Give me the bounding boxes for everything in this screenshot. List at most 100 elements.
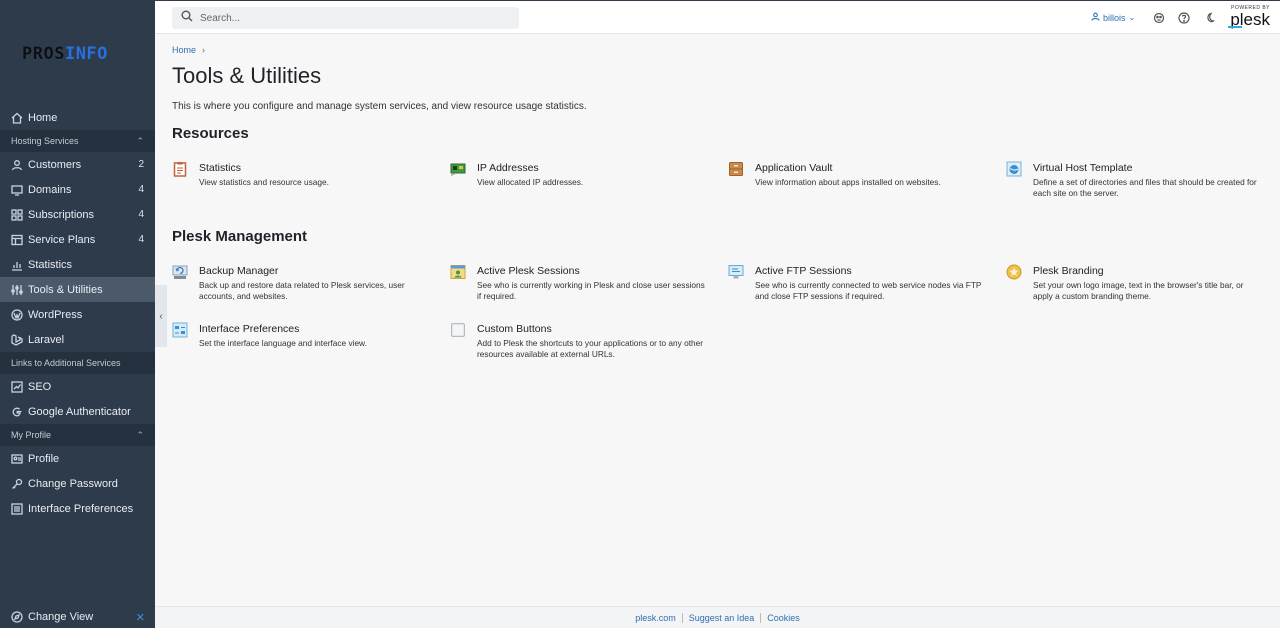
monitor-icon [11, 184, 23, 196]
change-view-button[interactable]: Change View ✕ [11, 608, 145, 626]
ftp-monitor-icon [728, 264, 744, 280]
chevron-up-icon[interactable]: ⌃ [136, 136, 144, 147]
sidebar-item-statistics[interactable]: Statistics [0, 252, 155, 277]
chevron-down-icon: ⌄ [1128, 13, 1136, 22]
smart-help-icon[interactable] [1153, 11, 1165, 24]
section-label: My Profile [11, 430, 52, 440]
sessions-window-icon [450, 264, 466, 280]
sidebar-item-label: Subscriptions [28, 208, 95, 221]
sidebar-item-label: Home [28, 111, 58, 124]
tool-description: View allocated IP addresses. [477, 177, 584, 187]
sidebar-item-service-plans[interactable]: Service Plans 4 [0, 227, 155, 252]
chevron-left-icon: ‹ [159, 310, 163, 322]
footer-link-cookies[interactable]: Cookies [761, 613, 806, 623]
tool-name: Custom Buttons [477, 323, 552, 335]
footer-link-plesk-com[interactable]: plesk.com [629, 613, 682, 623]
sidebar-item-domains[interactable]: Domains 4 [0, 177, 155, 202]
tool-description: View statistics and resource usage. [199, 177, 329, 187]
tool-name: Interface Preferences [199, 323, 300, 335]
home-icon [11, 112, 23, 124]
backup-drive-icon [172, 264, 188, 280]
change-view-label: Change View [28, 611, 94, 623]
sidebar-collapse-handle[interactable]: ‹ [155, 285, 167, 347]
sidebar-item-seo[interactable]: SEO [0, 374, 155, 399]
laravel-icon [11, 333, 23, 346]
google-icon [11, 406, 23, 418]
tool-name: IP Addresses [477, 162, 539, 174]
user-icon [1091, 12, 1103, 23]
sidebar-item-label: SEO [28, 380, 52, 393]
section-label: Links to Additional Services [11, 358, 121, 368]
section-my-profile[interactable]: My Profile ⌃ [0, 424, 155, 446]
sidebar-item-profile[interactable]: Profile [0, 446, 155, 471]
search-box[interactable] [172, 7, 519, 29]
section-links-additional-services[interactable]: Links to Additional Services [0, 352, 155, 374]
tool-name: Plesk Branding [1033, 265, 1104, 277]
logo-text-info: INFO [64, 44, 108, 64]
sidebar-item-subscriptions[interactable]: Subscriptions 4 [0, 202, 155, 227]
section-hosting-services[interactable]: Hosting Services ⌃ [0, 130, 155, 152]
sidebar-item-home[interactable]: Home [0, 105, 155, 130]
tool-name: Backup Manager [199, 265, 279, 277]
help-icon[interactable] [1178, 11, 1190, 24]
search-input[interactable] [200, 12, 500, 24]
compass-icon [11, 611, 23, 623]
plesk-logo-underline [1228, 26, 1242, 28]
sidebar-item-label: Domains [28, 183, 72, 196]
breadcrumb-home-link[interactable]: Home [172, 45, 196, 55]
key-icon [11, 478, 23, 490]
sidebar-item-customers[interactable]: Customers 2 [0, 152, 155, 177]
tool-name: Statistics [199, 162, 242, 174]
page-title: Tools & Utilities [172, 63, 322, 88]
close-icon[interactable]: ✕ [136, 611, 145, 624]
statistics-clipboard-icon [172, 161, 188, 177]
user-icon [11, 159, 23, 171]
sidebar-item-interface-preferences[interactable]: Interface Preferences [0, 496, 155, 521]
sidebar: PROSINFO Home Hosting Services ⌃ Custome… [0, 0, 155, 628]
profile-card-icon [11, 453, 23, 465]
sidebar-item-label: Service Plans [28, 233, 96, 246]
branding-star-icon [1006, 264, 1022, 280]
item-count: 4 [138, 184, 144, 195]
username: billois [1103, 12, 1126, 23]
sidebar-item-label: Interface Preferences [28, 502, 134, 515]
chevron-up-icon[interactable]: ⌃ [136, 430, 144, 441]
page-description: This is where you configure and manage s… [172, 101, 587, 112]
sidebar-item-google-authenticator[interactable]: Google Authenticator [0, 399, 155, 424]
sidebar-item-label: Google Authenticator [28, 405, 131, 418]
chart-icon [11, 259, 23, 271]
dark-mode-moon-icon[interactable] [1203, 11, 1215, 23]
plesk-logo: POWERED BY plesk [1225, 5, 1270, 28]
tool-description: Back up and restore data related to Ples… [199, 280, 405, 301]
tool-description: Set your own logo image, text in the bro… [1033, 280, 1244, 301]
topbar: billois ⌄ POWERED BY plesk [155, 0, 1280, 34]
sidebar-item-label: WordPress [28, 308, 83, 321]
item-count: 4 [138, 234, 144, 245]
tool-name: Application Vault [755, 162, 833, 174]
tools-icon [11, 284, 23, 296]
user-menu[interactable]: billois ⌄ [1091, 12, 1135, 23]
footer-link-suggest-idea[interactable]: Suggest an Idea [683, 613, 761, 623]
tool-name: Active FTP Sessions [755, 265, 852, 277]
sidebar-nav: Home Hosting Services ⌃ Customers 2 Doma… [0, 105, 155, 521]
sidebar-item-laravel[interactable]: Laravel [0, 327, 155, 352]
prosinfo-logo[interactable]: PROSINFO [22, 44, 108, 64]
grid-icon [11, 208, 23, 221]
wordpress-icon [11, 308, 23, 321]
sidebar-item-change-password[interactable]: Change Password [0, 471, 155, 496]
section-title-resources: Resources [172, 125, 249, 142]
sidebar-item-label: Tools & Utilities [28, 283, 103, 296]
tool-name: Virtual Host Template [1033, 162, 1133, 174]
seo-chart-icon [11, 380, 23, 393]
app: PROSINFO Home Hosting Services ⌃ Custome… [0, 0, 1280, 628]
footer: plesk.com Suggest an Idea Cookies [155, 606, 1280, 628]
sidebar-item-label: Profile [28, 452, 60, 465]
sidebar-item-label: Laravel [28, 333, 65, 346]
section-title-plesk-management: Plesk Management [172, 228, 308, 245]
chevron-right-icon: › [202, 45, 206, 55]
sidebar-item-wordpress[interactable]: WordPress [0, 302, 155, 327]
sidebar-item-tools-utilities[interactable]: Tools & Utilities [0, 277, 155, 302]
plan-icon [11, 234, 23, 246]
tool-description: Set the interface language and interface… [199, 338, 367, 348]
sidebar-item-label: Statistics [28, 258, 73, 271]
